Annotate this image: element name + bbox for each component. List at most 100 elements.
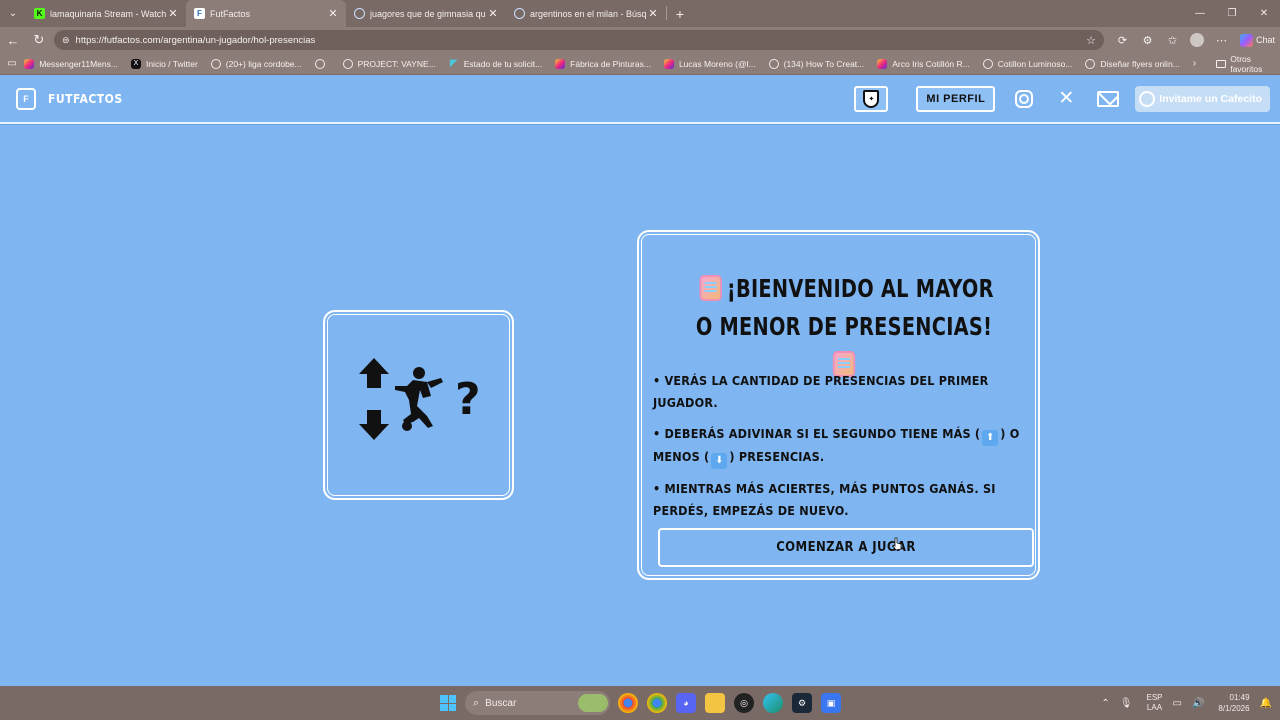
bookmark-item[interactable]: X Inicio / Twitter	[130, 58, 198, 69]
close-tab-icon[interactable]: ✕	[326, 7, 340, 20]
windows-taskbar: ⌕ Buscar ◕ ◎ ⚙ ▣ ⌃ 🎙 ESP LAA ▭ 🔊 01:49 8…	[0, 686, 1280, 720]
url-field[interactable]: ⊜ https://futfactos.com/argentina/un-jug…	[54, 30, 1104, 50]
other-favorites[interactable]: › Otros favoritos	[1193, 54, 1280, 74]
instagram-icon[interactable]	[1015, 89, 1034, 108]
bookmark-label: PROJECT: VAYNE...	[357, 58, 436, 69]
language-indicator[interactable]: ESP LAA	[1146, 693, 1162, 713]
volume-icon[interactable]: 🔊	[1192, 698, 1204, 709]
mail-icon[interactable]	[1097, 90, 1120, 107]
bookmark-item[interactable]: (134) How To Creat...	[768, 58, 864, 69]
tab-gimnasia-search[interactable]: juagores que de gimnasia que jug ✕	[346, 0, 506, 27]
microphone-icon[interactable]: 🎙	[1120, 698, 1133, 709]
file-explorer-icon[interactable]	[705, 693, 725, 713]
bookmark-item[interactable]: Fábrica de Pinturas...	[555, 58, 651, 69]
roblox-icon[interactable]: ▣	[821, 693, 841, 713]
bookmark-item[interactable]: Messenger11Mens...	[24, 58, 118, 69]
kick-favicon-icon: K	[34, 8, 45, 19]
more-options-icon[interactable]: ⋯	[1209, 34, 1234, 47]
tab-lamaquinaria[interactable]: K lamaquinaria Stream - Watch Live ✕	[26, 0, 186, 27]
network-icon[interactable]: ▭	[1173, 698, 1182, 709]
search-highlight-icon	[578, 694, 608, 712]
cafecito-button[interactable]: Invitame un Cafecito	[1135, 85, 1270, 112]
browser-toolbar-icons: ⟳ ⚙ ✩ ⋯	[1110, 33, 1234, 47]
new-tab-icon[interactable]: +	[667, 0, 693, 27]
rule-item: • VERÁS LA CANTIDAD DE PRESENCIAS DEL PR…	[653, 373, 989, 410]
instagram-icon	[663, 58, 674, 69]
clock-date: 8/1/2026	[1218, 704, 1250, 713]
bookmark-item[interactable]: (20+) liga cordobe...	[210, 58, 302, 69]
close-tab-icon[interactable]: ✕	[646, 7, 660, 20]
close-tab-icon[interactable]: ✕	[486, 7, 500, 20]
bookmark-item[interactable]: Diseñar flyers onlin...	[1085, 58, 1180, 69]
bookmark-item[interactable]: ◤ Estado de tu solicit...	[449, 58, 542, 69]
notifications-icon[interactable]: 🔔	[1260, 698, 1272, 709]
rule-text: ) PRESENCIAS.	[729, 449, 825, 464]
cafecito-icon	[1139, 90, 1156, 107]
bookmark-item[interactable]: Cotillon Luminoso...	[982, 58, 1072, 69]
team-selector-button[interactable]: ✦	[854, 85, 889, 112]
abacus-emoji-icon	[699, 275, 722, 301]
tab-futfactos[interactable]: F FutFactos ✕	[186, 0, 346, 27]
favorites-icon[interactable]: ✩	[1160, 34, 1185, 47]
football-player-icon	[395, 367, 443, 431]
site-info-icon[interactable]: ⊜	[62, 35, 70, 46]
reload-icon[interactable]: ↻	[26, 27, 52, 53]
rule-item: • DEBERÁS ADIVINAR SI EL SEGUNDO TIENE M…	[653, 423, 1033, 469]
chat-label: Chat	[1256, 35, 1276, 45]
close-window-icon[interactable]: ✕	[1248, 0, 1280, 27]
welcome-title: ¡BIENVENIDO AL MAYOR O MENOR DE PRESENCI…	[694, 270, 995, 384]
up-arrow-emoji-icon: ⬆	[982, 430, 999, 446]
discord-icon[interactable]: ◕	[676, 693, 696, 713]
instagram-icon	[877, 58, 888, 69]
obs-icon[interactable]: ◎	[734, 693, 754, 713]
tab-title: lamaquinaria Stream - Watch Live	[50, 8, 166, 19]
x-icon[interactable]: ✕	[1055, 88, 1077, 110]
game-illustration-card: ?	[323, 310, 514, 500]
windows-start-icon[interactable]	[440, 695, 456, 711]
minimize-icon[interactable]: —	[1184, 0, 1216, 27]
profile-button[interactable]: MI PERFIL	[916, 85, 996, 112]
bookmark-label: Inicio / Twitter	[145, 58, 198, 69]
bookmark-item[interactable]: Lucas Moreno (@l...	[663, 58, 756, 69]
sidebar-toggle-icon[interactable]: ▭	[0, 58, 24, 69]
bookmark-item[interactable]: Arco Iris Cotillón R...	[877, 58, 970, 69]
futfactos-favicon-icon: F	[194, 8, 205, 19]
bookmark-item[interactable]: PROJECT: VAYNE...	[342, 58, 436, 69]
bookmarks-bar: ▭ Messenger11Mens... X Inicio / Twitter (…	[0, 53, 1280, 75]
tab-milan-search[interactable]: argentinos en el milan - Búsqueda ✕	[506, 0, 666, 27]
bookmark-label: Arco Iris Cotillón R...	[892, 58, 970, 69]
globe-icon	[342, 58, 353, 69]
arrow-down-stem	[367, 410, 381, 424]
steam-icon[interactable]: ⚙	[792, 693, 812, 713]
chrome-icon[interactable]	[647, 693, 667, 713]
x-icon: X	[130, 58, 141, 69]
tab-actions-icon[interactable]: ⌄	[0, 0, 26, 27]
copilot-chat-button[interactable]: Chat	[1240, 33, 1276, 47]
start-game-button[interactable]: COMENZAR A JUGAR	[658, 528, 1034, 567]
bookmark-label: Messenger11Mens...	[39, 58, 118, 69]
extensions-icon[interactable]: ⚙	[1135, 34, 1160, 47]
team-shield-icon: ✦	[863, 89, 880, 108]
clock[interactable]: 01:49 8/1/2026	[1218, 692, 1249, 714]
chevron-right-icon[interactable]: ›	[1193, 58, 1196, 69]
maximize-icon[interactable]: ❐	[1216, 0, 1248, 27]
close-tab-icon[interactable]: ✕	[166, 7, 180, 20]
bookmark-item[interactable]	[314, 58, 330, 69]
profile-avatar-icon[interactable]	[1190, 33, 1204, 47]
cafecito-label: Invitame un Cafecito	[1159, 92, 1262, 105]
refresh-extension-icon[interactable]: ⟳	[1110, 34, 1135, 47]
chrome-icon[interactable]	[618, 693, 638, 713]
back-icon[interactable]: ←	[0, 27, 26, 53]
favorite-star-icon[interactable]: ☆	[1086, 34, 1096, 47]
taskbar-search[interactable]: ⌕ Buscar	[465, 691, 610, 715]
browser-tab-bar: ⌄ K lamaquinaria Stream - Watch Live ✕ F…	[0, 0, 1280, 27]
clock-time: 01:49	[1229, 693, 1250, 702]
chevron-up-icon[interactable]: ⌃	[1101, 698, 1109, 709]
url-text: https://futfactos.com/argentina/un-jugad…	[75, 34, 316, 46]
edge-icon[interactable]	[763, 693, 783, 713]
tab-title: juagores que de gimnasia que jug	[370, 8, 486, 19]
globe-icon	[1085, 58, 1096, 69]
brand[interactable]: F FUTFACTOS	[16, 87, 123, 110]
header-actions: ✦ MI PERFIL ✕ Invitame un Cafecito	[854, 85, 1270, 112]
welcome-title-text: ¡BIENVENIDO AL MAYOR O MENOR DE PRESENCI…	[695, 274, 994, 341]
